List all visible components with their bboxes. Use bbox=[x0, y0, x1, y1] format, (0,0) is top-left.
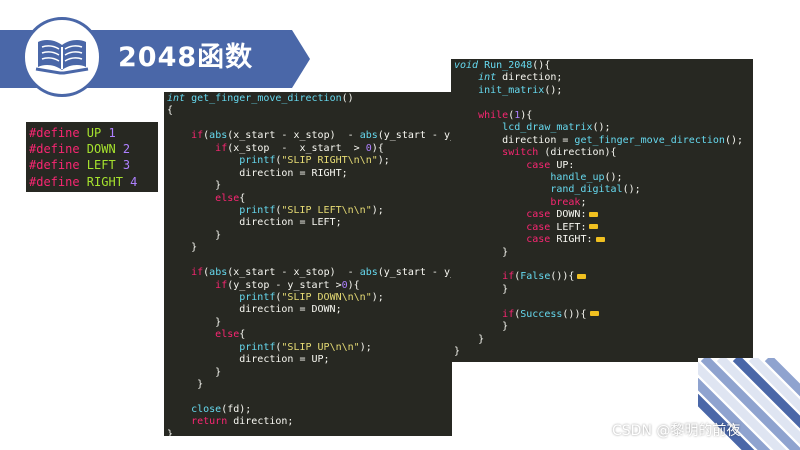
folded-code-icon[interactable] bbox=[589, 211, 599, 217]
code-line: rand_digital(); bbox=[550, 184, 641, 196]
code-line: int direction; bbox=[478, 72, 563, 84]
code-line: direction = UP; bbox=[167, 354, 330, 366]
title-icon-badge bbox=[22, 17, 102, 97]
folded-code-icon[interactable] bbox=[589, 224, 599, 230]
code-line: if(abs(x_start - x_stop) - abs(y_start -… bbox=[191, 130, 452, 142]
define-line: #define DOWN 2 bbox=[29, 142, 131, 157]
code-line: while(1){ bbox=[478, 109, 533, 121]
code-line: handle_up(); bbox=[550, 171, 623, 183]
code-line: break; bbox=[550, 196, 587, 208]
code-line: } bbox=[454, 333, 485, 345]
code-line: if(x_stop - x_start > 0){ bbox=[215, 142, 384, 154]
folded-code-icon[interactable] bbox=[577, 273, 587, 279]
folded-code-icon[interactable] bbox=[595, 236, 605, 242]
code-line: printf("SLIP RIGHT\n\n"); bbox=[239, 155, 390, 167]
code-line: if(False()){ bbox=[454, 271, 750, 283]
code-line: } bbox=[167, 180, 222, 192]
code-line: else{ bbox=[215, 329, 246, 341]
code-line: return direction; bbox=[191, 416, 294, 428]
code-line: case LEFT: bbox=[454, 222, 750, 234]
code-line: close(fd); bbox=[191, 403, 252, 415]
define-line: #define LEFT 3 bbox=[29, 158, 131, 173]
code-line: } bbox=[167, 366, 222, 378]
code-line: } bbox=[454, 283, 509, 295]
code-line: case RIGHT: bbox=[454, 234, 750, 246]
watermark: CSDN @黎明的前夜 bbox=[612, 423, 741, 439]
define-block: #define UP 1 #define DOWN 2 #define LEFT 3… bbox=[26, 122, 158, 192]
code-line: int get_finger_move_direction() bbox=[167, 93, 354, 104]
code-line: switch (direction){ bbox=[502, 147, 617, 159]
code-line: case DOWN: bbox=[454, 209, 750, 221]
code-line: lcd_draw_matrix(); bbox=[502, 122, 611, 134]
code-line: direction = get_finger_move_direction(); bbox=[454, 134, 743, 146]
code-line: if(y_stop - y_start >0){ bbox=[215, 279, 360, 291]
folded-code-icon[interactable] bbox=[589, 311, 599, 317]
code-line: printf("SLIP UP\n\n"); bbox=[239, 341, 372, 353]
code-line: printf("SLIP LEFT\n\n"); bbox=[239, 204, 384, 216]
code-line: direction = RIGHT; bbox=[167, 167, 348, 179]
code-line: } bbox=[454, 346, 461, 358]
code-line: case UP: bbox=[526, 159, 575, 171]
code-line: void Run_2048(){ bbox=[454, 60, 551, 71]
code-line: } bbox=[454, 246, 509, 258]
code-line: direction = LEFT; bbox=[167, 217, 342, 229]
code-line: if(Success()){ bbox=[454, 309, 750, 321]
define-line: #define RIGHT 4 bbox=[29, 174, 138, 189]
open-book-icon bbox=[34, 35, 90, 80]
code-line: } bbox=[167, 229, 222, 241]
code-line: else{ bbox=[215, 192, 246, 204]
code-line: direction = DOWN; bbox=[167, 304, 342, 316]
code-line: { bbox=[167, 105, 174, 117]
code-line: printf("SLIP DOWN\n\n"); bbox=[239, 292, 384, 303]
code-line: init_matrix(); bbox=[478, 84, 563, 96]
code-line: } bbox=[167, 428, 174, 436]
code-line: } bbox=[167, 242, 198, 254]
code-line: if(abs(x_start - x_stop) - abs(y_start -… bbox=[191, 267, 452, 279]
code-line: } bbox=[167, 316, 222, 328]
code-line: } bbox=[454, 321, 509, 333]
slide-title: 2048函数 bbox=[118, 42, 254, 73]
code-run-2048: void Run_2048(){ int direction; init_mat… bbox=[451, 59, 753, 362]
code-line: } bbox=[167, 379, 204, 391]
define-line: #define UP 1 bbox=[29, 126, 116, 140]
code-get-finger-move-direction: int get_finger_move_direction(){ if(abs(… bbox=[164, 92, 452, 436]
